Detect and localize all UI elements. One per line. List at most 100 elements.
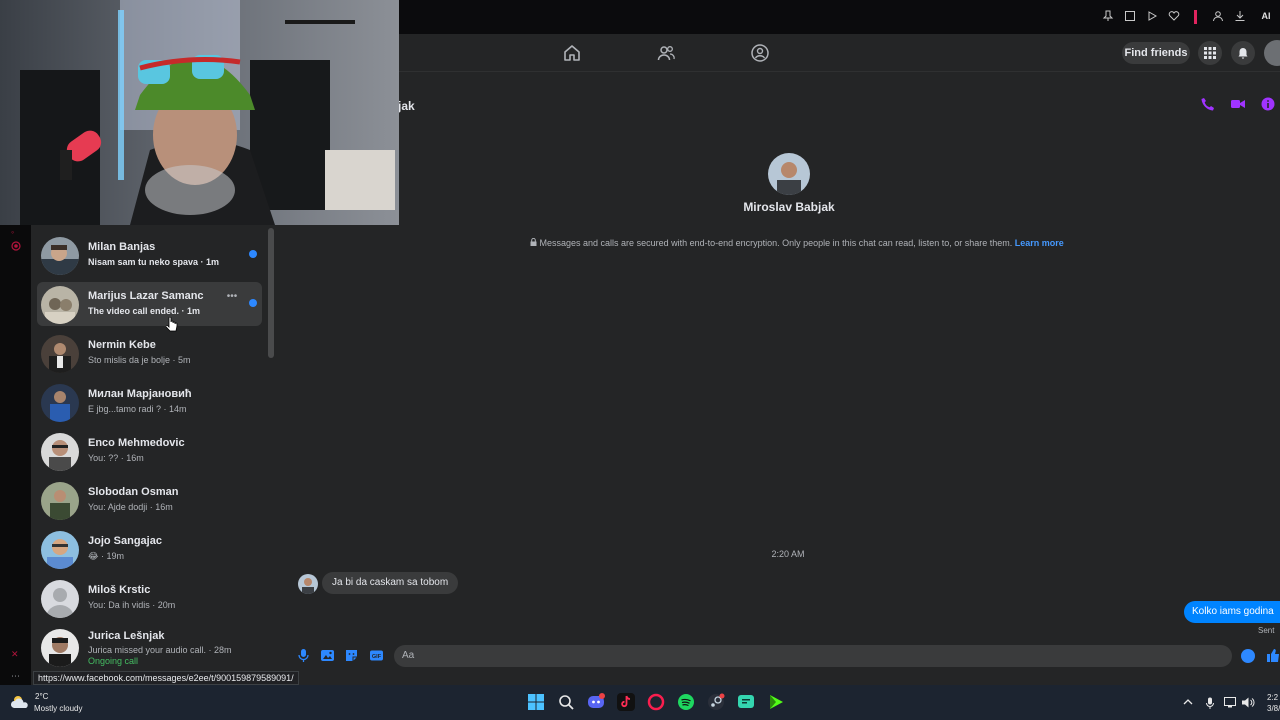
extension-icon[interactable]: AI [1256, 10, 1276, 22]
friends-icon[interactable] [656, 43, 676, 63]
gutter-more-icon[interactable]: ⋯ [11, 671, 21, 681]
chat-list-item[interactable]: Nermin Kebe Sto mislis da je bolje · 5m [37, 331, 260, 375]
groups-icon[interactable] [750, 43, 770, 63]
avatar [41, 384, 79, 422]
tab-icon[interactable] [1124, 10, 1136, 22]
ongoing-call-label: Ongoing call [88, 656, 139, 666]
chat-name: Милан Марјановић [88, 388, 192, 400]
taskbar-clock[interactable]: 2:2 3/8/ [1267, 692, 1280, 714]
find-friends-button[interactable]: Find friends [1122, 42, 1190, 64]
webcam-overlay [0, 0, 399, 225]
download-icon[interactable] [1234, 10, 1246, 22]
profile-icon[interactable] [1212, 10, 1224, 22]
chat-list-item[interactable]: Enco Mehmedovic You: ?? · 16m [37, 429, 260, 473]
chat-name: Jurica Lešnjak [88, 630, 165, 642]
bell-icon [1238, 48, 1248, 59]
chat-preview: Sto mislis da je bolje · 5m [88, 355, 191, 365]
chat-name: Milan Banjas [88, 241, 156, 253]
weather-temperature: 2°C [35, 692, 49, 701]
home-icon[interactable] [562, 43, 582, 63]
clock-time: 2:2 [1267, 693, 1279, 702]
emoji-icon[interactable] [1241, 649, 1255, 663]
mouse-cursor-icon [165, 316, 178, 333]
chat-app-icon[interactable] [737, 693, 755, 711]
photo-icon[interactable] [320, 648, 335, 663]
unread-indicator [249, 299, 257, 307]
weather-cloud-icon[interactable] [10, 694, 30, 710]
chat-name: Enco Mehmedovic [88, 437, 185, 449]
chat-list-item[interactable]: Milan Banjas Nisam sam tu neko spava · 1… [37, 233, 260, 277]
avatar [41, 237, 79, 275]
tiktok-icon[interactable] [617, 693, 635, 711]
volume-icon[interactable] [1242, 697, 1255, 711]
chat-name: Nermin Kebe [88, 339, 156, 351]
chat-list-scrollbar[interactable] [268, 228, 274, 358]
microphone-icon[interactable] [296, 648, 311, 663]
unread-indicator [249, 250, 257, 258]
conversation-title: jak [398, 99, 415, 113]
gutter-record-icon [11, 241, 21, 251]
chat-list-item[interactable]: Miloš Krstic You: Da ih vidis · 20m [37, 576, 260, 620]
chat-preview: E jbg...tamo radi ? · 14m [88, 404, 187, 414]
menu-grid-button[interactable] [1198, 41, 1222, 65]
tray-overflow-icon[interactable] [1183, 697, 1193, 710]
contact-name[interactable]: Miroslav Babjak [689, 200, 889, 214]
learn-more-link[interactable]: Learn more [1015, 238, 1064, 248]
chat-list-item[interactable]: Jojo Sangajac 😂 · 19m [37, 527, 260, 571]
chat-preview: You: ?? · 16m [88, 453, 144, 463]
chat-list-item[interactable]: Милан Марјановић E jbg...tamo radi ? · 1… [37, 380, 260, 424]
encryption-text: Messages and calls are secured with end-… [539, 238, 1013, 248]
sticker-icon[interactable] [344, 648, 359, 663]
message-timestamp: 2:20 AM [771, 549, 805, 559]
chat-preview: Nisam sam tu neko spava · 1m [88, 257, 220, 267]
like-icon[interactable] [1266, 648, 1280, 663]
gif-icon[interactable]: GIF [369, 648, 384, 663]
info-icon[interactable] [1261, 97, 1275, 111]
avatar-placeholder [41, 580, 79, 618]
svg-text:GIF: GIF [372, 654, 382, 660]
video-call-icon[interactable] [1231, 97, 1245, 111]
gutter-marker-icon: ◦ [11, 227, 15, 237]
sender-avatar [298, 574, 318, 594]
discord-icon[interactable] [587, 693, 605, 711]
avatar [41, 286, 79, 324]
audio-call-icon[interactable] [1201, 97, 1215, 111]
chat-list-item[interactable]: Slobodan Osman You: Ajde dodji · 16m [37, 478, 260, 522]
avatar [41, 335, 79, 373]
lock-icon [530, 237, 540, 248]
message-input[interactable]: Aa [394, 645, 1232, 667]
gutter-close-icon: ✕ [11, 649, 19, 659]
incoming-message-bubble[interactable]: Ja bi da caskam sa tobom [322, 572, 459, 594]
chat-preview: You: Ajde dodji · 16m [88, 502, 173, 512]
webcam-feed-image [0, 0, 399, 225]
streaming-app-icon[interactable] [767, 693, 785, 711]
heart-icon[interactable] [1168, 10, 1180, 22]
contact-avatar[interactable] [768, 153, 810, 195]
search-icon[interactable] [557, 693, 575, 711]
chat-name: Slobodan Osman [88, 486, 179, 498]
avatar [41, 433, 79, 471]
opera-gx-icon[interactable] [647, 693, 665, 711]
weather-description: Mostly cloudy [34, 704, 83, 713]
chat-preview: Jurica missed your audio call. · 28m [88, 645, 232, 655]
chat-list-item[interactable]: Jurica Lešnjak Jurica missed your audio … [37, 625, 260, 671]
avatar [41, 482, 79, 520]
more-options-icon[interactable]: ••• [223, 292, 241, 306]
chat-preview: You: Da ih vidis · 20m [88, 600, 176, 610]
notifications-button[interactable] [1231, 41, 1255, 65]
avatar [41, 531, 79, 569]
screen: AI Find friends ◦ ✕ ⋯ Milan Banjas Nisam… [0, 0, 1280, 720]
windows-taskbar: 2°C Mostly cloudy 2:2 3/8/ [0, 685, 1280, 720]
microphone-tray-icon[interactable] [1205, 697, 1215, 712]
play-icon[interactable] [1146, 10, 1158, 22]
spotify-icon[interactable] [677, 693, 695, 711]
chat-name: Miloš Krstic [88, 584, 151, 596]
steam-icon[interactable] [707, 693, 725, 711]
chat-preview: The video call ended. · 1m [88, 306, 201, 316]
pin-icon[interactable] [1102, 10, 1114, 22]
chat-list-item-active[interactable]: Marijus Lazar Samanc The video call ende… [37, 282, 262, 326]
outgoing-message-bubble[interactable]: Kolko iams godina [1184, 601, 1280, 623]
status-bar-url: https://www.facebook.com/messages/e2ee/t… [33, 671, 299, 685]
network-icon[interactable] [1224, 697, 1236, 711]
windows-start-icon[interactable] [527, 693, 545, 711]
